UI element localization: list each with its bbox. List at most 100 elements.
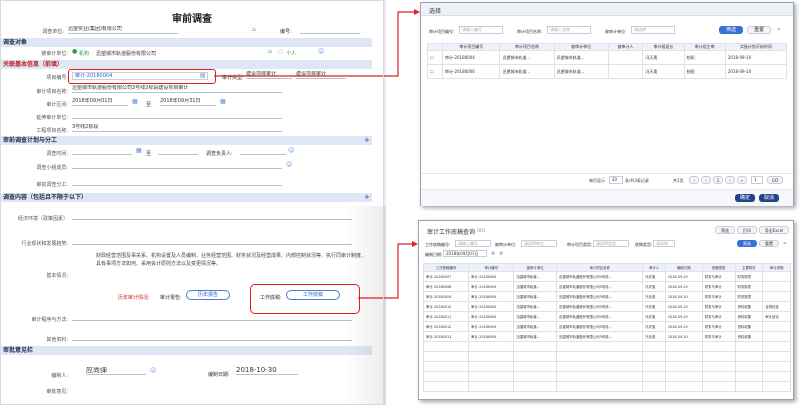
m2-f2-input[interactable]: 请选择单位: [521, 240, 557, 247]
cell: [762, 351, 791, 362]
cell: 合规检查: [762, 301, 791, 312]
m2-col: 编制日期: [664, 263, 703, 272]
m1-next2-button[interactable]: »: [737, 176, 747, 184]
m1-col: 审计组组长: [642, 43, 685, 51]
table-row[interactable]: 审计-20180011 审计-20180004 迅望城市轨道... 迅望城市轨道股份有…: [422, 311, 791, 322]
m2-chevron-icon[interactable]: »: [783, 241, 787, 247]
m1-page-size-input[interactable]: 20: [609, 176, 623, 184]
cell: 迅望城市轨道...: [553, 50, 609, 65]
empty-row: [422, 341, 791, 352]
cell: 审计-20180009: [422, 291, 470, 302]
cell: [468, 371, 515, 382]
m2-date-label: 编制日期:: [425, 252, 443, 257]
cell: 审计-20180013: [422, 331, 470, 342]
cell: 审计-20180008: [422, 281, 470, 292]
empty-row: [422, 371, 791, 382]
cell: [513, 341, 557, 352]
table-row[interactable]: 审计-20180007 审计-20180004 迅望城市轨道... 迅望城市轨道股份有…: [422, 271, 791, 282]
m2-header-row: 工作底稿编号 审计编号 被审计单位 审计项目名称 审计人 编制日期 底稿类型 主…: [422, 263, 791, 272]
m1-f2-input[interactable]: 请输入名称: [547, 26, 591, 34]
m1-cancel-button[interactable]: 取消: [759, 194, 779, 202]
cell: 冯天奥: [642, 301, 666, 312]
cell: 迅望城市轨道股份有限公司3号线...: [555, 301, 644, 312]
m1-go-button[interactable]: GO: [767, 176, 783, 184]
table-row[interactable]: 审计-20180012 审计-20180004 迅望城市轨道... 迅望城市轨道股份有…: [422, 321, 791, 332]
cell: [734, 381, 764, 392]
cell: 2018-09-10: [724, 50, 788, 65]
cell: [422, 361, 470, 372]
table-row[interactable]: 审计-20180009 审计-20180004 迅望城市轨道... 迅望城市轨道股份有…: [422, 291, 791, 302]
m1-f2-label: 审计项目名称:: [517, 29, 543, 34]
m2-f4-input[interactable]: 请选择: [653, 240, 675, 247]
cell: [513, 351, 557, 362]
cell: [762, 271, 791, 282]
table-row[interactable]: 审计-20180013 审计-20180004 迅望城市轨道... 迅望城市轨道股份有…: [422, 331, 791, 342]
cell: [664, 351, 703, 362]
m2-f3-input[interactable]: 请选择类型: [593, 240, 629, 247]
cell: [762, 281, 791, 292]
cell: 迅望城市轨道...: [513, 301, 557, 312]
m2-btn-a[interactable]: 筛选: [715, 226, 735, 234]
m2-date-input[interactable]: 2018年09月01日: [443, 250, 487, 257]
table-row[interactable]: 审计-20180008 审计-20180004 迅望城市轨道... 迅望城市轨道股份有…: [422, 281, 791, 292]
m2-col: 审计编号: [468, 263, 515, 272]
cell: [762, 341, 791, 352]
m1-f3-input[interactable]: 请选择: [631, 26, 675, 34]
cell: 2018-09-10: [664, 321, 703, 332]
m1-ok-button[interactable]: 确定: [735, 194, 755, 202]
cell: 2018-09-10: [664, 331, 703, 342]
cell: [701, 381, 736, 392]
m1-search-button[interactable]: 筛选: [719, 26, 743, 34]
table-row[interactable]: ☐ 审计-20180004 迅望城市轨道... 迅望城市轨道... 冯天奥 柏昭…: [427, 50, 788, 65]
cell: 2018-09-10: [664, 271, 703, 282]
cell: [513, 371, 557, 382]
table-row[interactable]: ☐ 审计-20180006 迅望城市轨道... 迅望城市轨道... 冯天奥 柏昭…: [427, 64, 788, 79]
cell: 迅望城市轨道...: [513, 321, 557, 332]
cell: [762, 291, 791, 302]
m2-col: 审计人: [642, 263, 666, 272]
cell: 财务与审计: [701, 291, 736, 302]
cell: 冯天奥: [642, 291, 666, 302]
m2-reset-button[interactable]: 重置: [759, 240, 779, 247]
m1-next-button[interactable]: ›: [725, 176, 735, 184]
m2-clear-icon[interactable]: ⊗: [491, 251, 495, 257]
row-checkbox[interactable]: ☐: [427, 50, 443, 65]
cell: 迅望城市轨道...: [499, 64, 555, 79]
m1-page-current[interactable]: 1: [713, 176, 723, 184]
table-row[interactable]: 审计-20180010 审计-20180004 迅望城市轨道... 迅望城市轨道股份有…: [422, 301, 791, 312]
m1-page-input[interactable]: 1: [751, 176, 763, 184]
cell: [734, 341, 764, 352]
m2-settings-icon[interactable]: ⚙: [499, 251, 503, 257]
cell: [664, 371, 703, 382]
cell: 迅望城市轨道股份有限公司3号线...: [555, 291, 644, 302]
cell: [734, 371, 764, 382]
m1-col: 审计组主审: [683, 43, 726, 51]
cell: [642, 361, 666, 372]
m2-col: 主要附件: [734, 263, 764, 272]
m2-f1-input[interactable]: 请输入编号: [455, 240, 491, 247]
m1-prev2-button[interactable]: ‹: [701, 176, 711, 184]
cell: 审计-20180004: [441, 50, 501, 65]
cell: 2018-09-10: [664, 301, 703, 312]
m2-btn-b[interactable]: 打印: [737, 226, 757, 234]
cell: 迅望城市轨道...: [499, 50, 555, 65]
cell: [701, 371, 736, 382]
cell: [555, 361, 644, 372]
m2-search-button[interactable]: 筛选: [737, 240, 757, 247]
cell: 迅望城市轨道股份有限公司3号线...: [555, 321, 644, 332]
m1-reset-button[interactable]: 重置: [747, 26, 771, 34]
cell: 审计-20180007: [422, 271, 470, 282]
m1-f1-input[interactable]: 请输入编号: [459, 26, 503, 34]
m2-col: 底稿类型: [701, 263, 736, 272]
cell: 资料收集: [734, 331, 764, 342]
m1-col: 审计项目编号: [441, 43, 501, 51]
modal2-title: 审计工作底稿查询: [427, 229, 476, 236]
cell: 柏昭: [683, 64, 726, 79]
m1-chevron-icon[interactable]: »: [777, 27, 781, 33]
m1-prev-button[interactable]: ‹: [689, 176, 699, 184]
m1-check-header[interactable]: [427, 43, 443, 51]
m2-btn-c[interactable]: 导出Excel: [759, 226, 789, 234]
cell: 审计-20180006: [441, 64, 501, 79]
row-checkbox[interactable]: ☐: [427, 64, 443, 79]
cell: [555, 341, 644, 352]
